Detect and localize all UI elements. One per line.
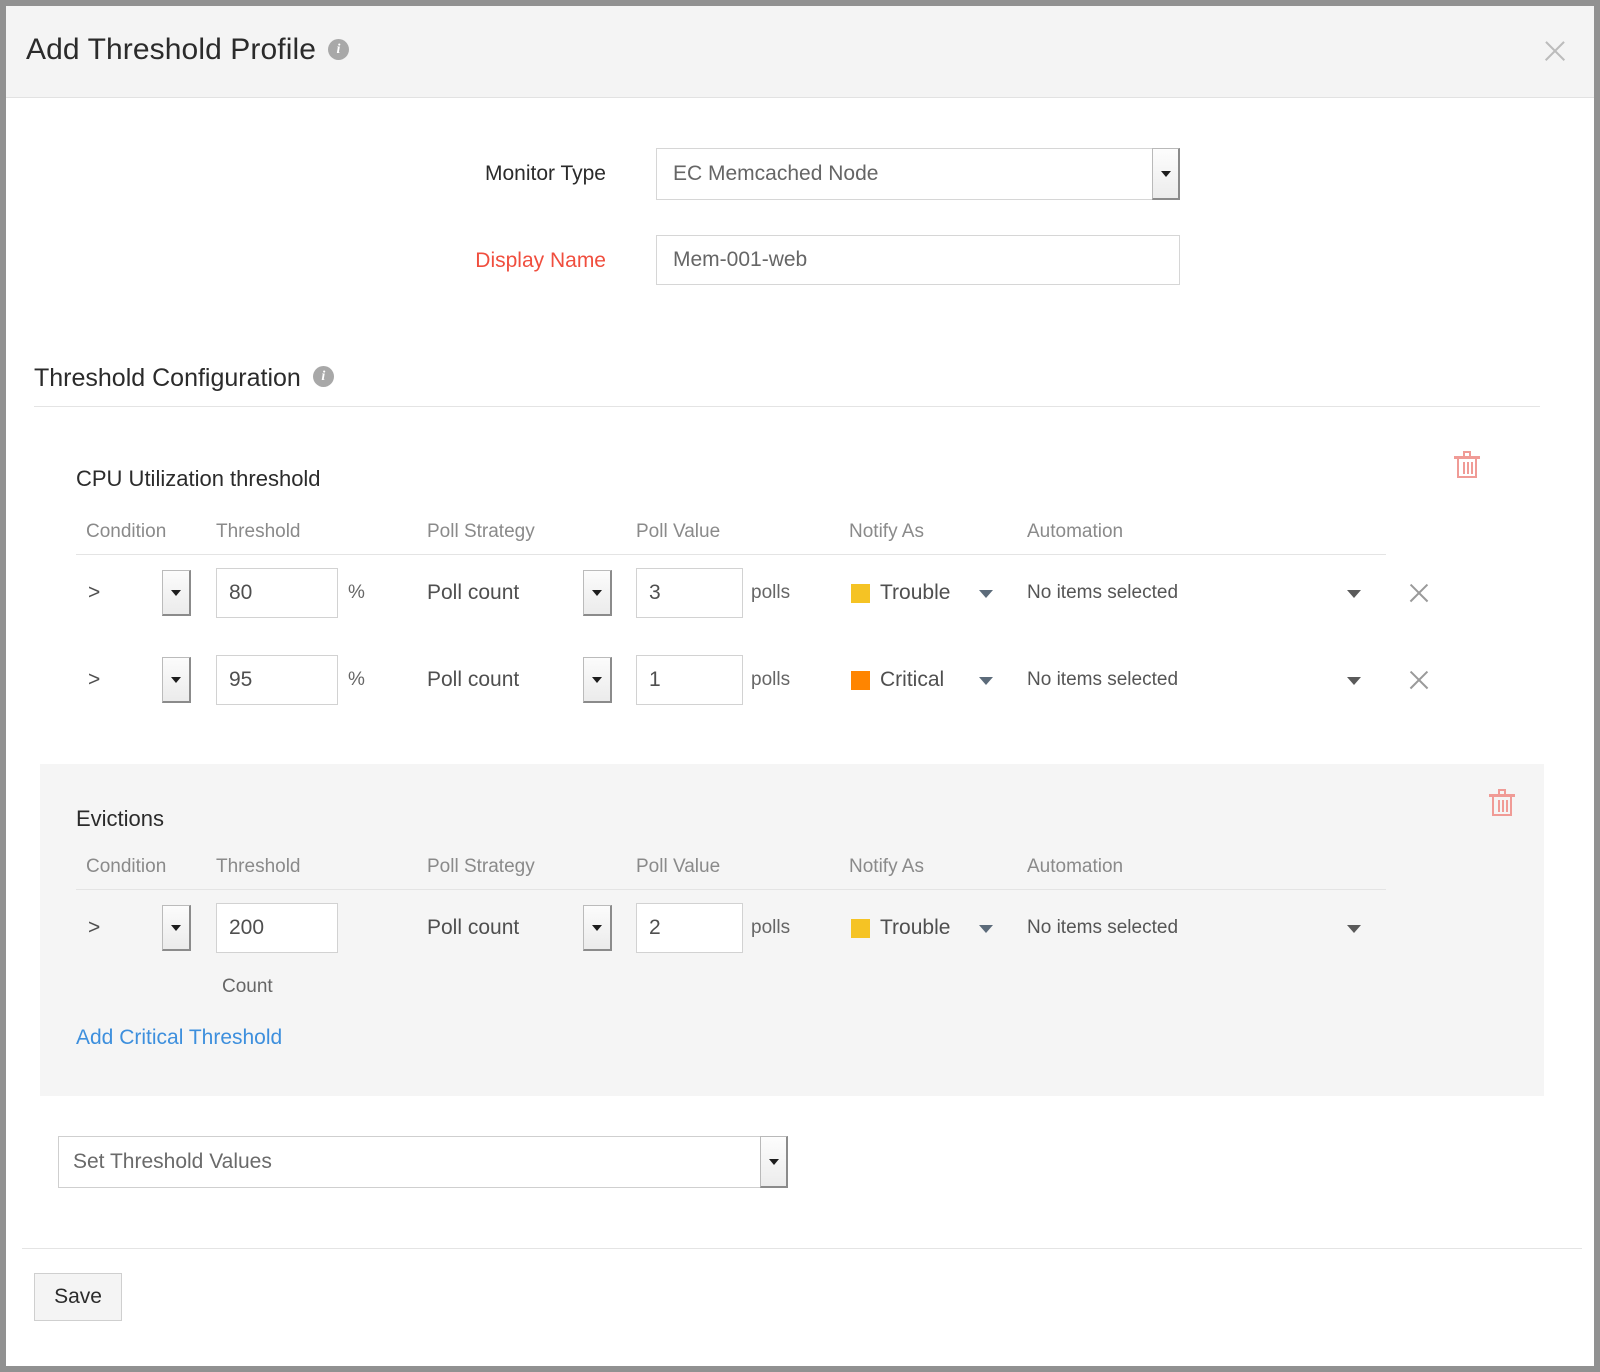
condition-operator: > bbox=[88, 649, 100, 711]
set-threshold-values-value: Set Threshold Values bbox=[73, 1137, 272, 1187]
threshold-group-cpu: CPU Utilization threshold Condition Thre… bbox=[6, 446, 1594, 746]
condition-select[interactable] bbox=[162, 905, 191, 951]
top-form: Monitor Type EC Memcached Node Display N… bbox=[6, 98, 1594, 348]
set-threshold-values-dropdown-button[interactable] bbox=[760, 1136, 788, 1188]
notify-as-value: Critical bbox=[880, 649, 944, 711]
dialog-header: Add Threshold Profile i bbox=[6, 6, 1594, 98]
monitor-type-dropdown-button[interactable] bbox=[1152, 148, 1180, 200]
automation-value: No items selected bbox=[1027, 649, 1178, 711]
footer-divider bbox=[22, 1248, 1582, 1249]
poll-strategy-select[interactable] bbox=[583, 657, 612, 703]
chevron-down-icon bbox=[592, 925, 602, 931]
chevron-down-icon bbox=[769, 1159, 779, 1165]
poll-value-input[interactable] bbox=[636, 568, 743, 618]
threshold-configuration-heading: Threshold Configuration i bbox=[34, 364, 1564, 393]
display-name-input[interactable] bbox=[656, 235, 1180, 285]
col-threshold: Threshold bbox=[216, 521, 301, 543]
page-title: Add Threshold Profile i bbox=[26, 33, 349, 67]
poll-strategy-value: Poll count bbox=[427, 649, 519, 711]
poll-strategy-select[interactable] bbox=[583, 570, 612, 616]
page-title-text: Add Threshold Profile bbox=[26, 33, 316, 66]
poll-value-unit: polls bbox=[751, 562, 790, 624]
table-row: > Poll count polls Trouble No items sele… bbox=[40, 897, 1544, 959]
add-threshold-profile-dialog: Add Threshold Profile i Monitor Type EC M… bbox=[0, 0, 1600, 1372]
threshold-input[interactable] bbox=[216, 655, 338, 705]
notify-as-dropdown-icon[interactable] bbox=[979, 925, 993, 933]
col-automation: Automation bbox=[1027, 521, 1123, 543]
table-row: > % Poll count polls Critical No items s… bbox=[6, 649, 1594, 711]
remove-row-button[interactable] bbox=[1406, 667, 1432, 693]
col-automation: Automation bbox=[1027, 856, 1123, 878]
table-header: Condition Threshold Poll Strategy Poll V… bbox=[40, 856, 1544, 886]
info-icon[interactable]: i bbox=[313, 366, 334, 387]
col-threshold: Threshold bbox=[216, 856, 301, 878]
chevron-down-icon bbox=[171, 677, 181, 683]
severity-swatch bbox=[851, 919, 870, 938]
automation-dropdown-icon[interactable] bbox=[1347, 925, 1361, 933]
section-divider bbox=[34, 406, 1540, 407]
poll-value-unit: polls bbox=[751, 897, 790, 959]
severity-swatch bbox=[851, 671, 870, 690]
notify-as-dropdown-icon[interactable] bbox=[979, 677, 993, 685]
threshold-input[interactable] bbox=[216, 903, 338, 953]
col-poll-value: Poll Value bbox=[636, 856, 720, 878]
threshold-unit: % bbox=[348, 649, 365, 711]
group-title: Evictions bbox=[76, 806, 164, 832]
automation-dropdown-icon[interactable] bbox=[1347, 677, 1361, 685]
severity-swatch bbox=[851, 584, 870, 603]
notify-as-dropdown-icon[interactable] bbox=[979, 590, 993, 598]
group-title: CPU Utilization threshold bbox=[76, 466, 321, 492]
section-title-text: Threshold Configuration bbox=[34, 364, 301, 392]
automation-dropdown-icon[interactable] bbox=[1347, 590, 1361, 598]
condition-operator: > bbox=[88, 562, 100, 624]
notify-as-value: Trouble bbox=[880, 562, 950, 624]
poll-value-unit: polls bbox=[751, 649, 790, 711]
poll-value-input[interactable] bbox=[636, 655, 743, 705]
info-icon[interactable]: i bbox=[328, 39, 349, 60]
trash-icon[interactable] bbox=[1489, 789, 1515, 817]
chevron-down-icon bbox=[592, 590, 602, 596]
monitor-type-value: EC Memcached Node bbox=[673, 149, 878, 199]
condition-select[interactable] bbox=[162, 657, 191, 703]
table-header: Condition Threshold Poll Strategy Poll V… bbox=[6, 521, 1594, 551]
table-header-divider bbox=[76, 889, 1386, 890]
set-threshold-values-select[interactable]: Set Threshold Values bbox=[58, 1136, 788, 1188]
threshold-sub-unit: Count bbox=[222, 976, 273, 998]
chevron-down-icon bbox=[171, 925, 181, 931]
poll-strategy-value: Poll count bbox=[427, 562, 519, 624]
col-poll-strategy: Poll Strategy bbox=[427, 856, 535, 878]
condition-select[interactable] bbox=[162, 570, 191, 616]
save-button[interactable]: Save bbox=[34, 1273, 122, 1321]
automation-value: No items selected bbox=[1027, 562, 1178, 624]
threshold-group-evictions: Evictions Condition Threshold Poll Strat… bbox=[40, 764, 1544, 1096]
threshold-unit: % bbox=[348, 562, 365, 624]
chevron-down-icon bbox=[592, 677, 602, 683]
trash-icon[interactable] bbox=[1454, 451, 1480, 479]
condition-operator: > bbox=[88, 897, 100, 959]
add-critical-threshold-link[interactable]: Add Critical Threshold bbox=[76, 1026, 282, 1050]
col-poll-strategy: Poll Strategy bbox=[427, 521, 535, 543]
threshold-input[interactable] bbox=[216, 568, 338, 618]
chevron-down-icon bbox=[171, 590, 181, 596]
table-header-divider bbox=[76, 554, 1386, 555]
automation-value: No items selected bbox=[1027, 897, 1178, 959]
poll-strategy-select[interactable] bbox=[583, 905, 612, 951]
monitor-type-label: Monitor Type bbox=[6, 162, 606, 186]
poll-strategy-value: Poll count bbox=[427, 897, 519, 959]
poll-value-input[interactable] bbox=[636, 903, 743, 953]
notify-as-value: Trouble bbox=[880, 897, 950, 959]
close-icon[interactable] bbox=[1538, 34, 1572, 68]
display-name-label: Display Name bbox=[6, 249, 606, 273]
col-notify-as: Notify As bbox=[849, 521, 924, 543]
col-notify-as: Notify As bbox=[849, 856, 924, 878]
table-row: > % Poll count polls Trouble No items se… bbox=[6, 562, 1594, 624]
col-condition: Condition bbox=[86, 521, 166, 543]
remove-row-button[interactable] bbox=[1406, 580, 1432, 606]
monitor-type-select[interactable]: EC Memcached Node bbox=[656, 148, 1180, 200]
col-poll-value: Poll Value bbox=[636, 521, 720, 543]
chevron-down-icon bbox=[1161, 171, 1171, 177]
col-condition: Condition bbox=[86, 856, 166, 878]
